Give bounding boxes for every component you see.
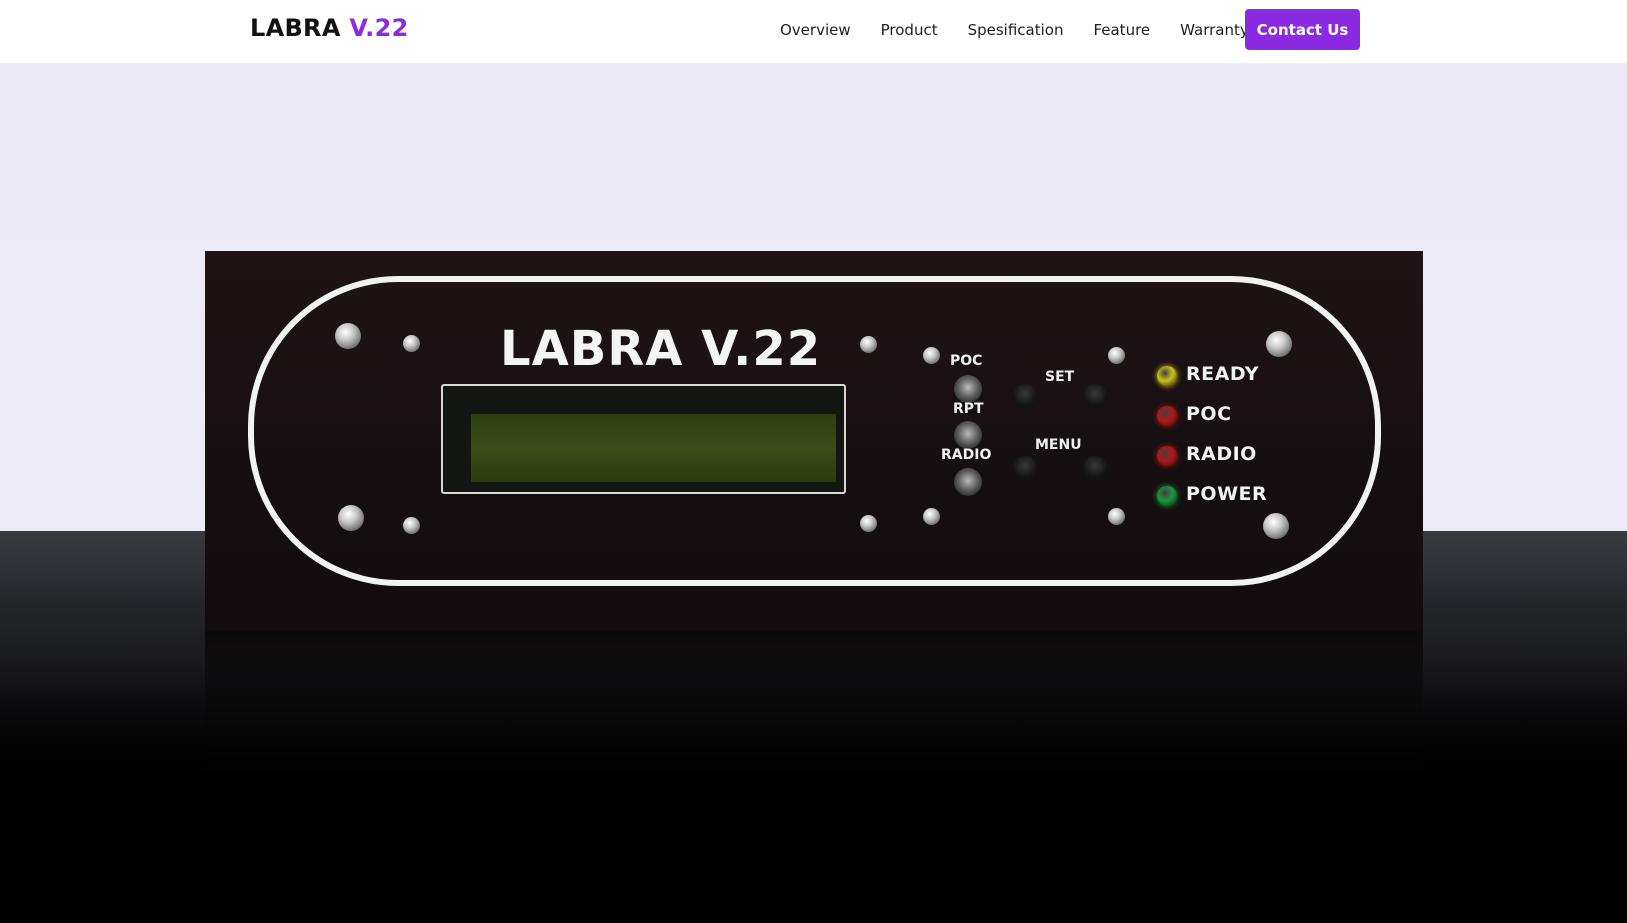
hero-section: LABRA V.22 POC RPT RADIO SET MENU READY … bbox=[0, 63, 1627, 923]
nav-links: Overview Product Spesification Feature W… bbox=[780, 0, 1249, 60]
screw-icon bbox=[1108, 508, 1125, 525]
screw-icon bbox=[1108, 347, 1125, 364]
nav-link-spesification[interactable]: Spesification bbox=[968, 21, 1064, 39]
led-radio-icon bbox=[1157, 446, 1177, 466]
led-poc-icon bbox=[1157, 406, 1177, 426]
navbar: LABRA V.22 Overview Product Spesificatio… bbox=[0, 0, 1627, 64]
led-power-icon bbox=[1157, 486, 1177, 506]
screw-icon bbox=[1266, 331, 1292, 357]
screw-icon bbox=[403, 517, 420, 534]
screw-icon bbox=[403, 335, 420, 352]
screw-icon bbox=[335, 323, 361, 349]
nav-link-warranty[interactable]: Warranty bbox=[1180, 21, 1249, 39]
brand-version: V.22 bbox=[349, 14, 409, 42]
led-label-power: POWER bbox=[1186, 483, 1268, 505]
led-label-radio: RADIO bbox=[1186, 443, 1257, 465]
led-label-poc: POC bbox=[1186, 403, 1232, 425]
nav-link-overview[interactable]: Overview bbox=[780, 21, 851, 39]
push-button-icon bbox=[1083, 456, 1107, 480]
screw-icon bbox=[1263, 513, 1289, 539]
screw-icon bbox=[338, 505, 364, 531]
brand-name: LABRA bbox=[250, 14, 341, 42]
switch-label-poc: POC bbox=[950, 353, 983, 369]
hero-fade-overlay bbox=[0, 663, 1627, 923]
device-logo-text: LABRA V.22 bbox=[500, 321, 822, 377]
screw-icon bbox=[860, 336, 877, 353]
button-label-set: SET bbox=[1045, 369, 1075, 385]
lcd-screen bbox=[471, 414, 836, 482]
brand-logo[interactable]: LABRA V.22 bbox=[250, 12, 409, 44]
switch-label-rpt: RPT bbox=[953, 401, 984, 417]
push-button-icon bbox=[1013, 456, 1037, 480]
nav-link-product[interactable]: Product bbox=[881, 21, 938, 39]
toggle-switch-icon bbox=[954, 375, 982, 403]
led-label-ready: READY bbox=[1186, 363, 1259, 385]
screw-icon bbox=[923, 508, 940, 525]
device-image: LABRA V.22 POC RPT RADIO SET MENU READY … bbox=[205, 251, 1423, 801]
screw-icon bbox=[923, 347, 940, 364]
toggle-switch-icon bbox=[954, 421, 982, 449]
device-lcd bbox=[441, 384, 846, 494]
switch-label-radio: RADIO bbox=[941, 447, 992, 463]
button-label-menu: MENU bbox=[1035, 437, 1082, 453]
nav-link-feature[interactable]: Feature bbox=[1093, 21, 1150, 39]
led-ready-icon bbox=[1157, 366, 1177, 386]
push-button-icon bbox=[1013, 384, 1037, 408]
push-button-icon bbox=[1083, 384, 1107, 408]
contact-us-button[interactable]: Contact Us bbox=[1245, 9, 1360, 50]
toggle-switch-icon bbox=[954, 468, 982, 496]
screw-icon bbox=[860, 515, 877, 532]
